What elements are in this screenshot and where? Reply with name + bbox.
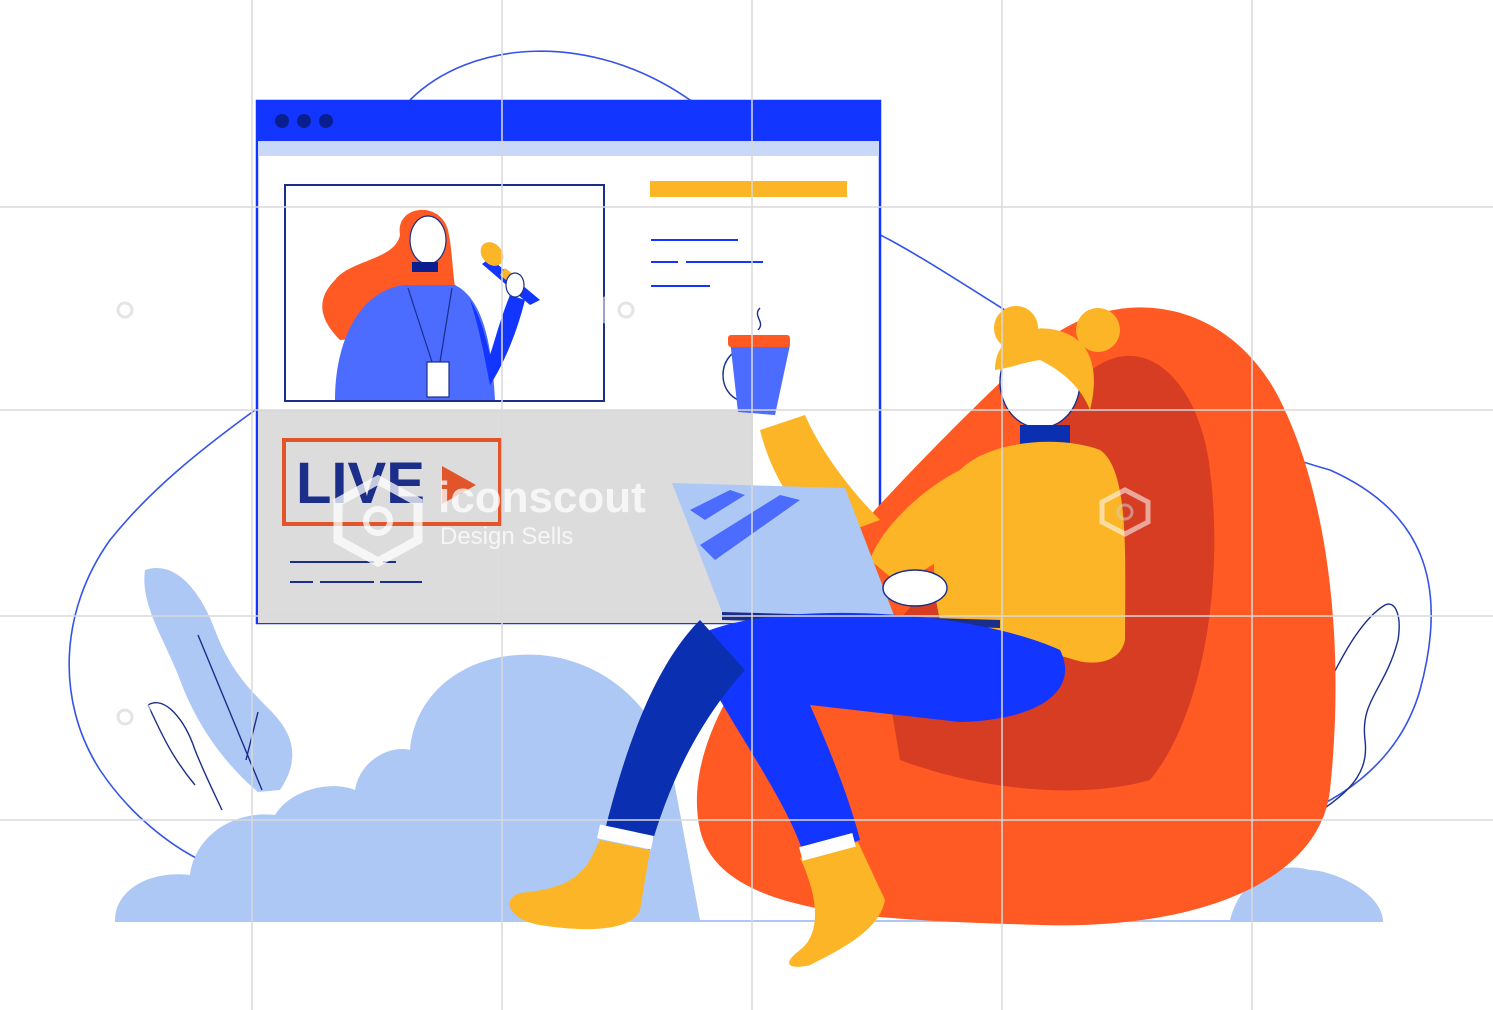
heading-placeholder bbox=[650, 181, 847, 197]
iconscout-hex-icon bbox=[99, 285, 151, 335]
live-label: LIVE bbox=[296, 451, 425, 516]
watermark-brand: iconscout bbox=[438, 473, 646, 522]
window-dot-icon bbox=[275, 114, 289, 128]
watermark-tagline: Design Sells bbox=[440, 523, 573, 550]
bush-base bbox=[115, 920, 1383, 922]
illustration: LIVE iconscout Design Sells bbox=[0, 0, 1493, 1010]
window-dot-icon bbox=[319, 114, 333, 128]
iconscout-hex-icon bbox=[99, 692, 151, 742]
window-dot-icon bbox=[297, 114, 311, 128]
